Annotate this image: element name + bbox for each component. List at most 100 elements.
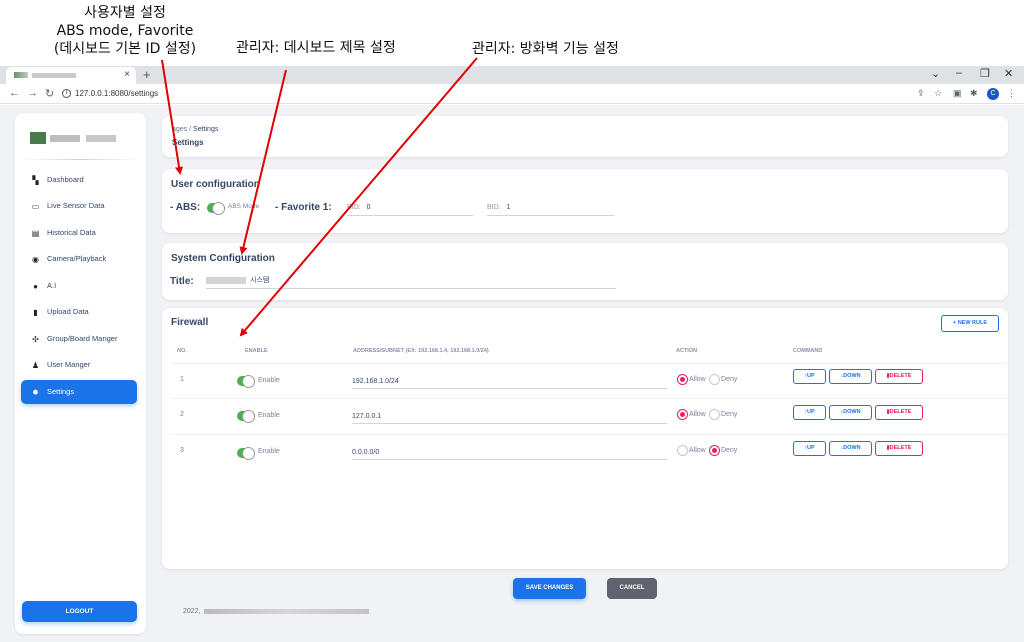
favorite-1-bid-input[interactable]: BID: 0: [347, 202, 473, 216]
title-value: 시스템: [250, 277, 270, 284]
footer: 2022,: [183, 608, 369, 615]
restore-icon[interactable]: ❐: [980, 67, 990, 80]
browser-tab[interactable]: ×: [6, 67, 136, 84]
rule-enable-toggle[interactable]: [237, 447, 255, 460]
rule-enable-toggle[interactable]: [237, 410, 255, 423]
title-redacted: [206, 276, 246, 284]
bookmark-star-icon[interactable]: ☆: [934, 88, 942, 99]
move-up-button[interactable]: ↑UP: [793, 405, 826, 420]
browser-tab-bar: × + ⌄ – ❐ ✕: [0, 66, 1024, 84]
delete-label: DELETE: [889, 445, 912, 451]
cancel-button[interactable]: CANCEL: [607, 578, 657, 599]
table-divider: [171, 434, 1006, 435]
system-config-card: System Configuration: [162, 243, 1008, 300]
delete-button[interactable]: ▮DELETE: [875, 405, 923, 420]
menu-kebab-icon[interactable]: ⋮: [1007, 88, 1016, 99]
allow-radio[interactable]: [677, 409, 688, 420]
annotation-admin-title: 관리자: 데시보드 제목 설정: [236, 40, 396, 56]
sidebar-item-label: User Manger: [47, 360, 91, 369]
window-close-icon[interactable]: ✕: [1004, 67, 1013, 80]
file-icon: ▮: [33, 308, 38, 317]
breadcrumb-current: Settings: [193, 126, 219, 133]
rule-enable-label: Enable: [258, 377, 280, 384]
allow-label: Allow: [689, 411, 706, 418]
sidebar-item-settings[interactable]: ✹ Settings: [21, 380, 137, 404]
bid-value: 0: [366, 204, 371, 211]
url-field[interactable]: i 127.0.0.1:8080/settings: [62, 86, 160, 102]
user-config-card: User configuration: [162, 169, 1008, 233]
tab-search-icon[interactable]: ⌄: [931, 67, 940, 80]
sidebar-item-dashboard[interactable]: ▚ Dashboard: [21, 169, 137, 191]
save-changes-button[interactable]: SAVE CHANGES: [513, 578, 586, 599]
rule-address-input[interactable]: 0.0.0.0/0: [352, 448, 667, 460]
rule-enable-label: Enable: [258, 448, 280, 455]
favorite-2-bid-input[interactable]: BID: 1: [487, 202, 614, 216]
allow-label: Allow: [689, 376, 706, 383]
sidebar-item-historical-data[interactable]: ▤ Historical Data: [21, 222, 137, 244]
allow-radio[interactable]: [677, 374, 688, 385]
sidebar-item-label: A.I: [47, 281, 57, 290]
column-header-enable: ENABLE: [245, 348, 268, 354]
site-info-icon[interactable]: i: [62, 89, 71, 99]
firewall-card: Firewall: [162, 308, 1008, 569]
play-circle-icon: ◉: [32, 255, 39, 264]
extension-icon[interactable]: ▣: [953, 88, 962, 99]
annotation-line-3: (데시보드 기본 ID 설정): [53, 41, 197, 57]
favorite-1-label: - Favorite 1:: [275, 202, 332, 213]
puzzle-icon[interactable]: ✱: [970, 88, 978, 99]
abs-mode-label: ABS Mode: [228, 203, 260, 210]
deny-label: Deny: [721, 376, 738, 383]
title-label: Title:: [170, 276, 194, 287]
move-down-button[interactable]: ↓DOWN: [829, 369, 872, 384]
bid-placeholder: BID:: [487, 204, 501, 211]
move-down-button[interactable]: ↓DOWN: [829, 441, 872, 456]
column-header-command: COMMAND: [793, 348, 823, 354]
gear-icon: ✹: [32, 388, 39, 397]
breadcrumb-parent[interactable]: ages: [172, 126, 187, 133]
rule-enable-toggle[interactable]: [237, 375, 255, 388]
deny-radio[interactable]: [709, 409, 720, 420]
allow-radio[interactable]: [677, 445, 688, 456]
annotation-line-2: ABS mode, Favorite: [56, 23, 194, 39]
minimize-icon[interactable]: –: [956, 67, 962, 79]
sidebar-item-user-manger[interactable]: ♟ User Manger: [21, 354, 137, 376]
new-rule-button[interactable]: + NEW RULE: [941, 315, 999, 332]
logout-button[interactable]: LOGOUT: [22, 601, 137, 622]
tab-favicon: [14, 72, 28, 78]
annotation-user-settings: 사용자별 설정 ABS mode, Favorite (데시보드 기본 ID 설…: [36, 4, 214, 58]
deny-radio[interactable]: [709, 374, 720, 385]
sidebar-item-camera-playback[interactable]: ◉ Camera/Playback: [21, 248, 137, 270]
move-up-button[interactable]: ↑UP: [793, 369, 826, 384]
forward-icon[interactable]: →: [27, 87, 38, 99]
sidebar-item-ai[interactable]: ● A.I: [21, 275, 137, 297]
rule-no: 2: [180, 411, 184, 418]
sidebar-item-upload-data[interactable]: ▮ Upload Data: [21, 301, 137, 323]
firewall-title: Firewall: [171, 317, 209, 328]
tab-close-icon[interactable]: ×: [124, 69, 130, 80]
delete-label: DELETE: [889, 409, 912, 415]
abs-mode-toggle[interactable]: [207, 202, 225, 215]
reload-icon[interactable]: ↻: [45, 87, 54, 100]
page-title: Settings: [172, 138, 204, 147]
move-up-button[interactable]: ↑UP: [793, 441, 826, 456]
share-icon[interactable]: ⇪: [917, 88, 925, 99]
delete-button[interactable]: ▮DELETE: [875, 369, 923, 384]
delete-label: DELETE: [889, 373, 912, 379]
sidebar-item-label: Historical Data: [47, 228, 96, 237]
bid-value: 1: [506, 204, 511, 211]
title-input[interactable]: 시스템: [206, 275, 616, 289]
profile-avatar[interactable]: C: [987, 88, 999, 100]
back-icon[interactable]: ←: [9, 87, 20, 99]
delete-button[interactable]: ▮DELETE: [875, 441, 923, 456]
sidebar-item-live-sensor-data[interactable]: ▭ Live Sensor Data: [21, 195, 137, 217]
move-down-button[interactable]: ↓DOWN: [829, 405, 872, 420]
column-header-address: ADDRESS/SUBNET (EX: 192.168.1.4, 192.168…: [353, 348, 489, 354]
header-card: ages / Settings Settings: [162, 116, 1008, 157]
rule-enable-label: Enable: [258, 412, 280, 419]
new-tab-button[interactable]: +: [143, 67, 151, 82]
footer-redacted: [203, 608, 369, 614]
sidebar-item-group-board-manger[interactable]: ✣ Group/Board Manger: [21, 328, 137, 350]
rule-address-input[interactable]: 192.168.1.0/24: [352, 377, 667, 389]
rule-address-input[interactable]: 127.0.0.1: [352, 412, 667, 424]
deny-radio[interactable]: [709, 445, 720, 456]
